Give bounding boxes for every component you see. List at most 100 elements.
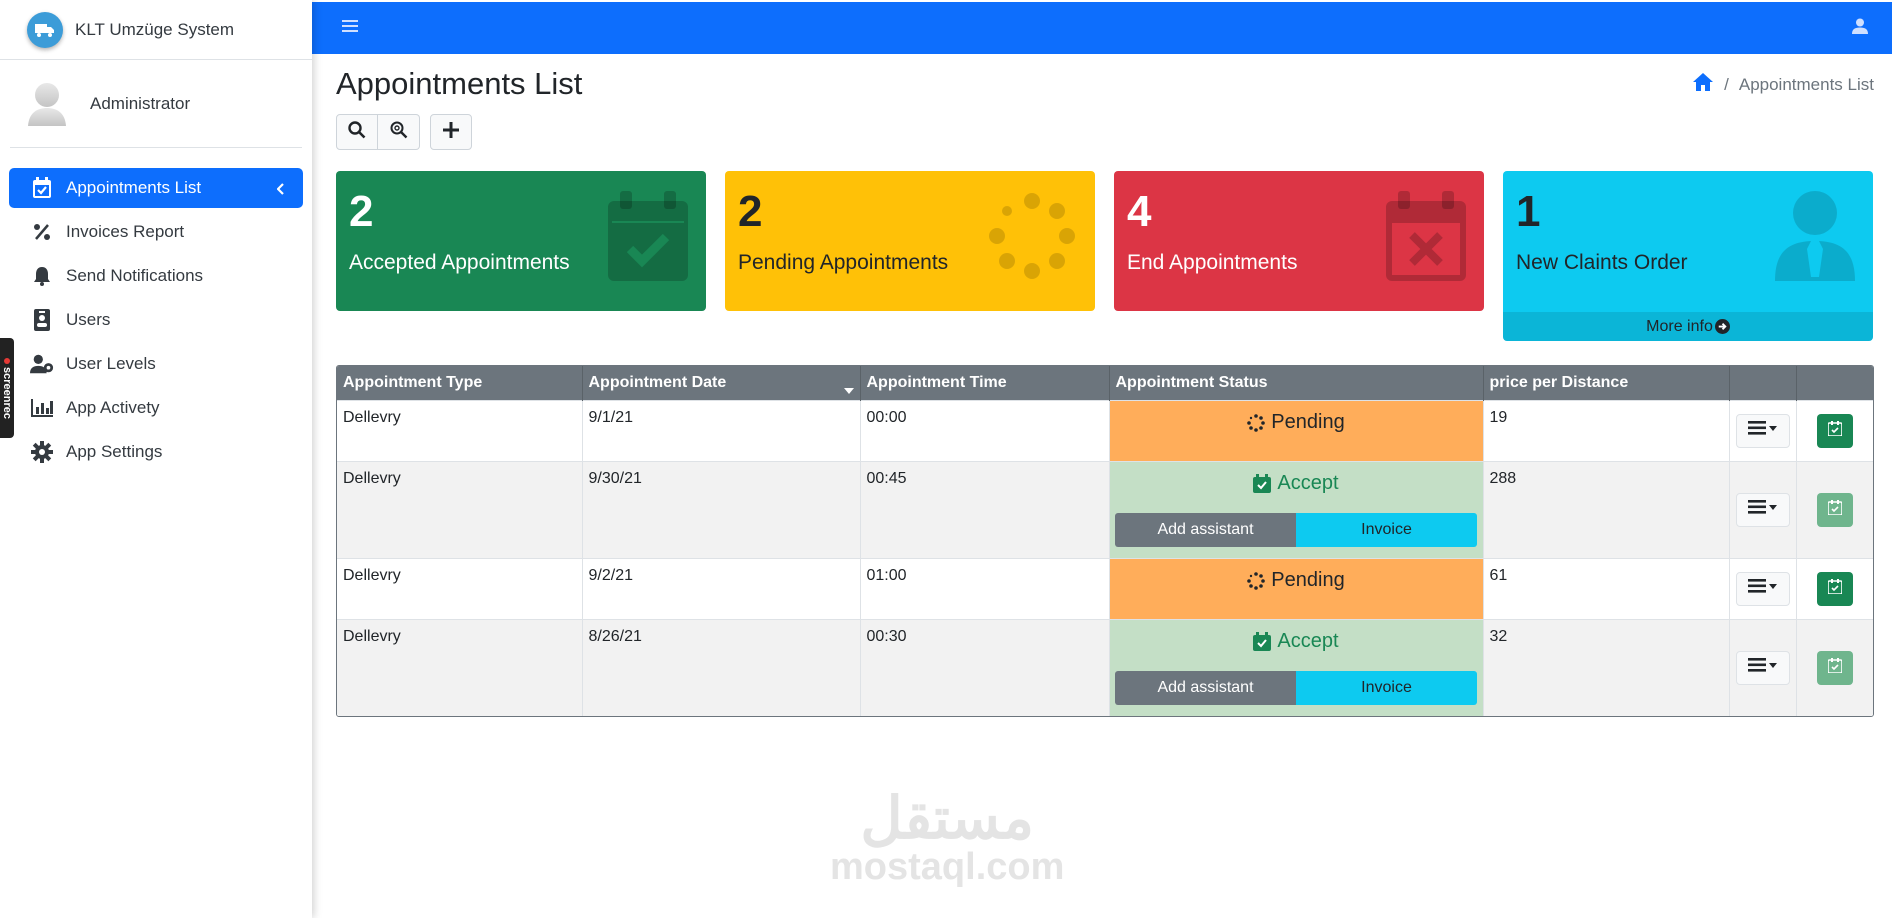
sidebar-item-label: App Activety	[66, 398, 160, 417]
page-title: Appointments List	[336, 66, 583, 101]
more-info-link[interactable]: More info	[1503, 312, 1873, 341]
sidebar-item-users[interactable]: Users	[9, 300, 303, 340]
invoice-button[interactable]: Invoice	[1296, 512, 1477, 547]
brand-title: KLT Umzüge System	[75, 19, 235, 39]
watermark-arabic: مستقل	[860, 786, 1034, 851]
status-label: Accept	[1277, 629, 1339, 652]
card-label: New Claints Order	[1516, 251, 1688, 274]
accept-appointment-button[interactable]	[1816, 650, 1853, 685]
advanced-search-button[interactable]	[378, 114, 420, 150]
cell-price: 19	[1483, 399, 1730, 461]
sidebar-item-label: Appointments List	[66, 178, 202, 197]
truck-logo-icon	[27, 11, 63, 48]
accept-appointment-button[interactable]	[1816, 571, 1853, 606]
cell-price: 32	[1483, 618, 1730, 716]
row-menu-button[interactable]	[1735, 650, 1790, 685]
sidebar-item-label: User Levels	[66, 354, 156, 373]
col-header-time[interactable]: Appointment Time	[860, 366, 1110, 400]
watermark-domain: mostaql.com	[830, 846, 1065, 888]
calendar-check-icon	[1253, 473, 1272, 493]
search-button[interactable]	[336, 114, 378, 150]
bars-dropdown-icon	[1747, 579, 1778, 598]
sidebar-item-app-settings[interactable]: App Settings	[9, 432, 303, 472]
sidebar-item-user-levels[interactable]: User Levels	[9, 344, 303, 384]
user-panel[interactable]: Administrator	[10, 60, 302, 148]
sidebar-item-label: App Settings	[66, 442, 163, 461]
cell-actions	[1729, 399, 1797, 461]
stat-cards: 2 Accepted Appointments 2 Pending Appoin…	[336, 171, 1874, 341]
status-accept: Accept Add assistant Invoice	[1109, 619, 1483, 716]
watermark: مستقل mostaql.com	[830, 786, 1065, 888]
cell-time: 00:00	[860, 399, 1110, 461]
screenrec-widget[interactable]: screenrec	[0, 338, 14, 438]
search-icon	[348, 120, 366, 144]
user-menu-icon[interactable]	[1852, 18, 1868, 39]
card-label: Pending Appointments	[738, 251, 949, 274]
cell-actions	[1729, 460, 1797, 558]
sidebar-item-invoices-report[interactable]: Invoices Report	[9, 212, 303, 252]
cell-status: Accept Add assistant Invoice	[1109, 618, 1484, 716]
sidebar-nav: Appointments List Invoices Report Send N…	[0, 168, 312, 472]
table-row: Dellevry 9/2/21 01:00 Pending 61	[337, 557, 1873, 619]
card-pending-appointments: 2 Pending Appointments	[725, 171, 1095, 311]
user-tie-icon	[1775, 191, 1855, 286]
spinner-icon	[987, 191, 1077, 286]
calendar-check-icon	[1826, 578, 1843, 599]
cell-type: Dellevry	[337, 618, 583, 716]
calendar-check-icon	[1253, 631, 1272, 651]
table-row: Dellevry 9/30/21 00:45 Accept Add assist…	[337, 460, 1873, 558]
cell-calendar	[1796, 399, 1873, 461]
accept-appointment-button[interactable]	[1816, 413, 1853, 448]
cell-status: Pending	[1109, 557, 1484, 619]
hamburger-menu-icon[interactable]	[342, 19, 358, 38]
sidebar: KLT Umzüge System Administrator Appointm…	[0, 0, 312, 918]
col-header-calendar	[1796, 366, 1873, 400]
cell-calendar	[1796, 460, 1873, 558]
cell-actions	[1729, 557, 1797, 619]
home-icon[interactable]	[1692, 72, 1714, 97]
invoice-button[interactable]: Invoice	[1296, 670, 1477, 705]
col-header-date[interactable]: Appointment Date	[582, 366, 861, 400]
add-assistant-button[interactable]: Add assistant	[1115, 512, 1296, 547]
col-header-status[interactable]: Appointment Status	[1109, 366, 1484, 400]
add-button[interactable]	[430, 114, 472, 150]
calendar-check-icon	[1826, 657, 1843, 678]
table-row: Dellevry 8/26/21 00:30 Accept Add assist…	[337, 618, 1873, 716]
cell-date: 9/1/21	[582, 399, 861, 461]
breadcrumb-current: Appointments List	[1738, 74, 1874, 94]
bars-dropdown-icon	[1747, 421, 1778, 440]
chart-bar-icon	[30, 396, 54, 420]
spinner-icon	[1247, 571, 1266, 619]
row-menu-button[interactable]	[1735, 571, 1790, 606]
row-menu-button[interactable]	[1735, 413, 1790, 448]
cell-calendar	[1796, 557, 1873, 619]
sort-desc-icon	[843, 381, 854, 399]
col-header-price[interactable]: price per Distance	[1483, 366, 1730, 400]
user-name: Administrator	[90, 93, 191, 113]
sidebar-item-label: Send Notifications	[66, 266, 204, 285]
screenrec-label: screenrec	[1, 366, 13, 419]
card-end-appointments: 4 End Appointments	[1114, 171, 1484, 311]
bars-dropdown-icon	[1747, 500, 1778, 519]
card-value: 1	[1516, 187, 1541, 236]
record-dot-icon	[4, 357, 10, 364]
sidebar-item-appointments-list[interactable]: Appointments List	[9, 168, 303, 208]
table-header-row: Appointment Type Appointment Date Appoin…	[337, 366, 1873, 400]
add-assistant-button[interactable]: Add assistant	[1115, 670, 1296, 705]
cell-type: Dellevry	[337, 460, 583, 558]
brand-link[interactable]: KLT Umzüge System	[0, 0, 312, 60]
percent-icon	[30, 220, 54, 244]
plus-icon	[443, 121, 459, 143]
cell-date: 9/2/21	[582, 557, 861, 619]
card-label: Accepted Appointments	[349, 251, 570, 274]
cell-date: 9/30/21	[582, 460, 861, 558]
chevron-left-icon	[276, 180, 285, 200]
sidebar-item-label: Users	[66, 310, 111, 329]
cell-date: 8/26/21	[582, 618, 861, 716]
row-menu-button[interactable]	[1735, 492, 1790, 527]
user-cog-icon	[30, 352, 54, 376]
sidebar-item-app-activety[interactable]: App Activety	[9, 388, 303, 428]
col-header-type[interactable]: Appointment Type	[337, 366, 583, 400]
accept-appointment-button[interactable]	[1816, 492, 1853, 527]
sidebar-item-send-notifications[interactable]: Send Notifications	[9, 256, 303, 296]
